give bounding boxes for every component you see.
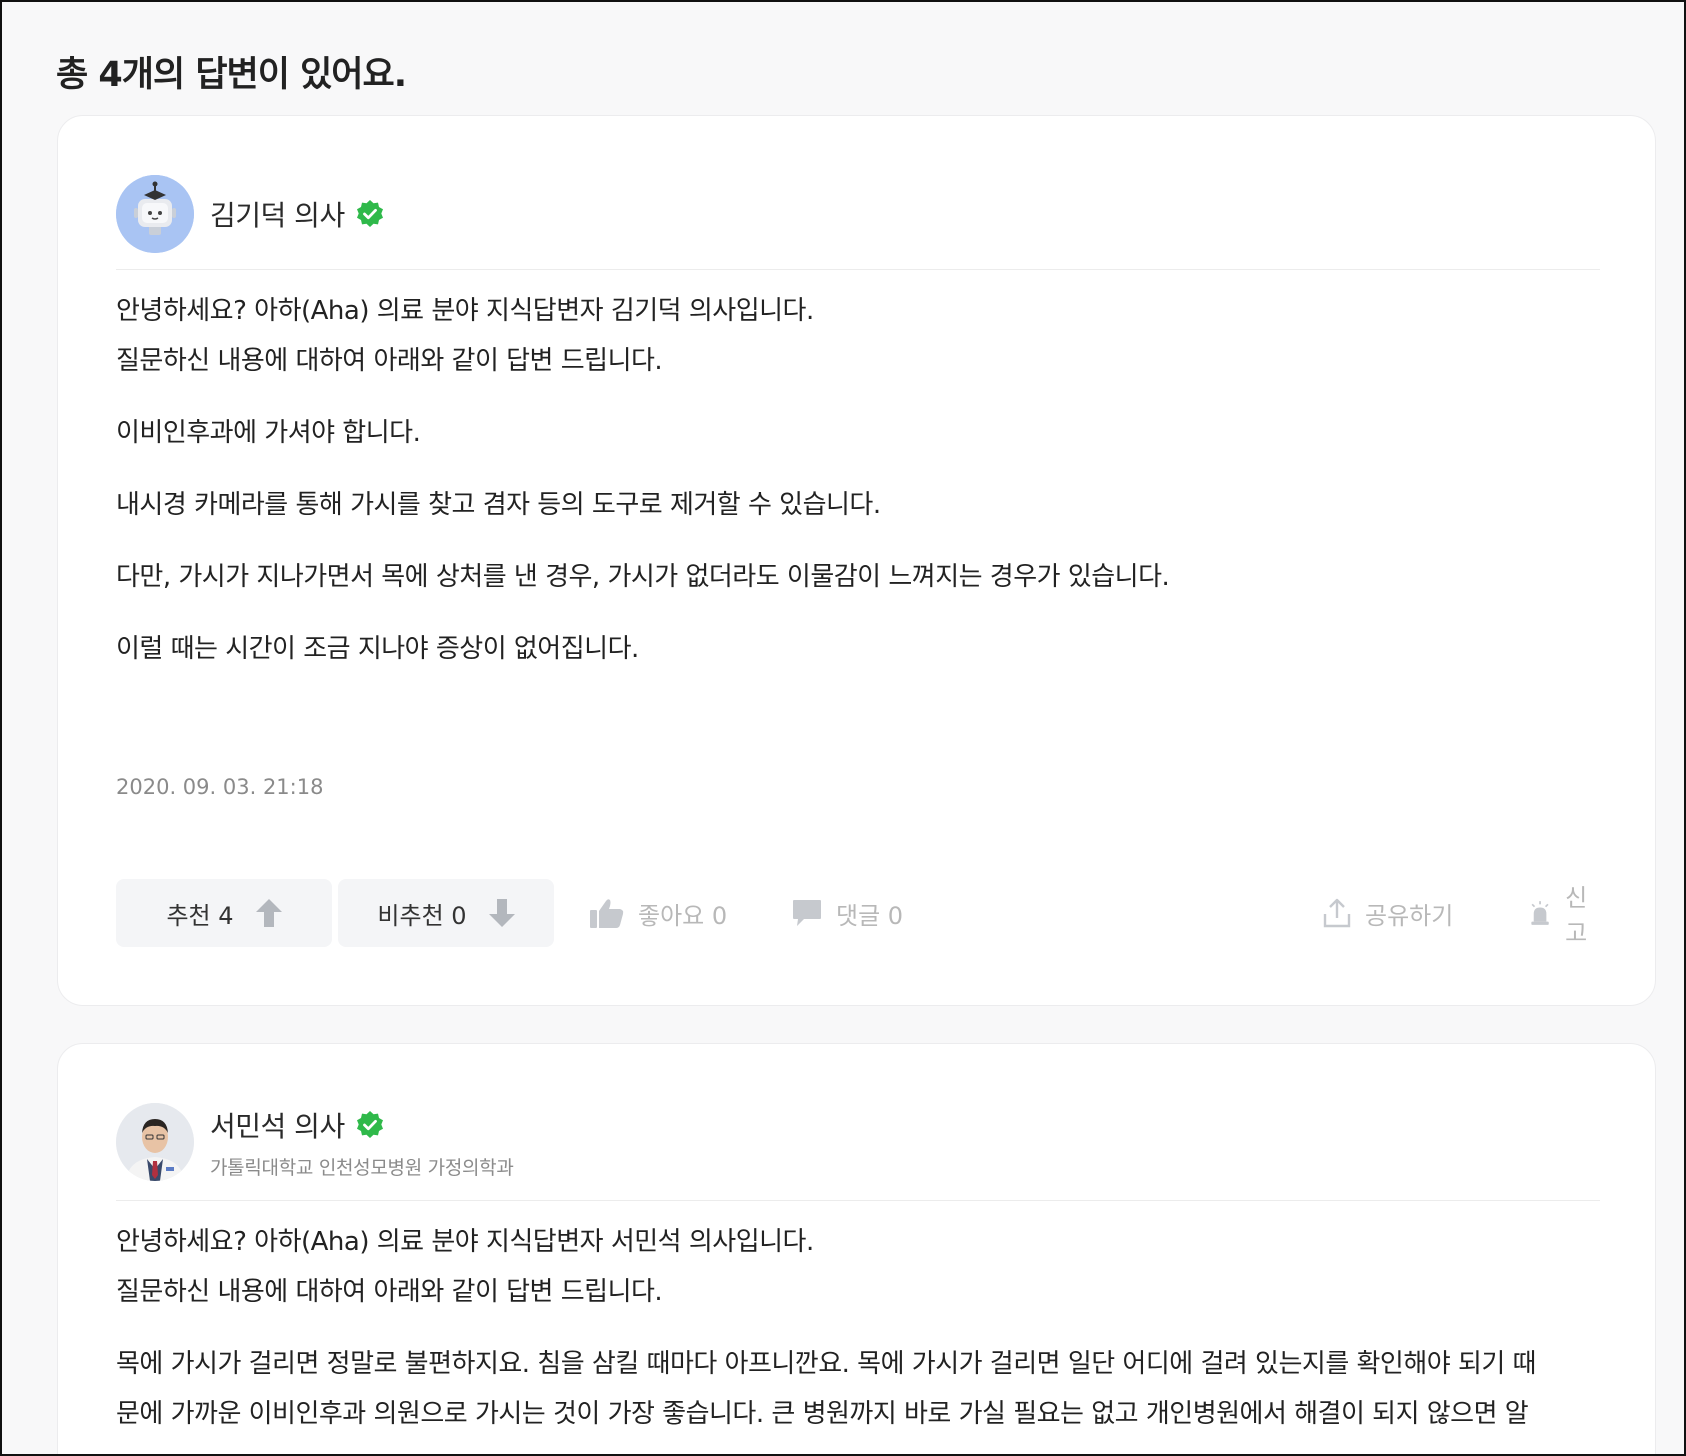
answers-section: 총 4개의 답변이 있어요. 김기덕 의사 안녕하세요? 아하(Aha) 의료 …: [0, 0, 1686, 1456]
author-info[interactable]: 김기덕 의사: [116, 174, 385, 254]
author-name[interactable]: 김기덕 의사: [210, 194, 345, 234]
like-label: 좋아요 0: [638, 901, 728, 930]
author-name[interactable]: 서민석 의사: [210, 1105, 345, 1145]
downvote-button[interactable]: 비추천 0: [338, 879, 554, 947]
robot-avatar-icon[interactable]: [116, 175, 194, 253]
arrow-up-icon: [255, 899, 282, 927]
upvote-label: 추천 4: [166, 901, 234, 930]
answer-paragraph: 목에 가시가 걸리면 정말로 불편하지요. 침을 삼킬 때마다 아프니깐요. 목…: [116, 1339, 1600, 1439]
answer-body: 안녕하세요? 아하(Aha) 의료 분야 지식답변자 김기덕 의사입니다. 질문…: [116, 286, 1600, 696]
share-label: 공유하기: [1365, 901, 1454, 930]
answer-line: 안녕하세요? 아하(Aha) 의료 분야 지식답변자 김기덕 의사입니다.: [116, 296, 814, 326]
answer-line: 이비인후과에 가셔야 합니다.: [116, 418, 421, 448]
answer-paragraph: 안녕하세요? 아하(Aha) 의료 분야 지식답변자 김기덕 의사입니다. 질문…: [116, 286, 1600, 386]
answer-line: 안녕하세요? 아하(Aha) 의료 분야 지식답변자 서민석 의사입니다.: [116, 1227, 814, 1257]
arrow-down-icon: [488, 899, 515, 927]
answer-paragraph: 다만, 가시가 지나가면서 목에 상처를 낸 경우, 가시가 없더라도 이물감이…: [116, 552, 1600, 602]
comment-label: 댓글 0: [836, 901, 904, 930]
doctor-photo-avatar-icon[interactable]: [116, 1103, 194, 1181]
answer-paragraph: 내시경 카메라를 통해 가시를 찾고 겸자 등의 도구로 제거할 수 있습니다.: [116, 480, 1600, 530]
answer-line: 질문하신 내용에 대하여 아래와 같이 답변 드립니다.: [116, 1277, 663, 1307]
verified-badge-icon: [356, 1110, 383, 1138]
answer-line: 내시경 카메라를 통해 가시를 찾고 겸자 등의 도구로 제거할 수 있습니다.: [116, 490, 881, 520]
answer-line: 목에 가시가 걸리면 정말로 불편하지요. 침을 삼킬 때마다 아프니깐요. 목…: [116, 1349, 1536, 1379]
answer-body: 안녕하세요? 아하(Aha) 의료 분야 지식답변자 서민석 의사입니다. 질문…: [116, 1217, 1600, 1454]
answer-card: 서민석 의사 가톨릭대학교 인천성모병원 가정의학과 안녕하세요? 아하(Aha…: [57, 1043, 1656, 1454]
answer-card: 김기덕 의사 안녕하세요? 아하(Aha) 의료 분야 지식답변자 김기덕 의사…: [57, 115, 1656, 1006]
answer-line: 문에 가까운 이비인후과 의원으로 가시는 것이 가장 좋습니다. 큰 병원까지…: [116, 1399, 1529, 1429]
author-divider: [116, 269, 1600, 270]
answer-paragraph: 안녕하세요? 아하(Aha) 의료 분야 지식답변자 서민석 의사입니다. 질문…: [116, 1217, 1600, 1317]
upvote-button[interactable]: 추천 4: [116, 879, 332, 947]
answer-actions: 추천 4 비추천 0 좋아요 0 댓글 0 공유하기 신고: [116, 879, 1600, 947]
verified-badge-icon: [356, 200, 383, 227]
comment-button[interactable]: 댓글 0: [792, 879, 903, 947]
downvote-label: 비추천 0: [377, 901, 467, 930]
share-icon: [1323, 898, 1351, 928]
siren-icon: [1531, 901, 1549, 925]
author-divider: [116, 1200, 1600, 1201]
thumbs-up-icon: [590, 899, 624, 928]
answer-paragraph: 이비인후과에 가셔야 합니다.: [116, 408, 1600, 458]
answer-line: 이럴 때는 시간이 조금 지나야 증상이 없어집니다.: [116, 634, 639, 664]
answer-paragraph: 이럴 때는 시간이 조금 지나야 증상이 없어집니다.: [116, 624, 1600, 674]
share-button[interactable]: 공유하기: [1323, 879, 1453, 947]
comment-icon: [793, 900, 821, 926]
like-button[interactable]: 좋아요 0: [590, 879, 727, 947]
author-affiliation: 가톨릭대학교 인천성모병원 가정의학과: [210, 1156, 514, 1179]
answer-date: 2020. 09. 03. 21:18: [116, 775, 324, 799]
answer-line: 다만, 가시가 지나가면서 목에 상처를 낸 경우, 가시가 없더라도 이물감이…: [116, 562, 1170, 592]
author-info[interactable]: 서민석 의사 가톨릭대학교 인천성모병원 가정의학과: [116, 1102, 514, 1182]
report-button[interactable]: 신고: [1529, 879, 1600, 947]
report-label: 신고: [1565, 884, 1588, 947]
answer-line: 질문하신 내용에 대하여 아래와 같이 답변 드립니다.: [116, 346, 663, 376]
answers-count-heading: 총 4개의 답변이 있어요.: [56, 55, 407, 95]
